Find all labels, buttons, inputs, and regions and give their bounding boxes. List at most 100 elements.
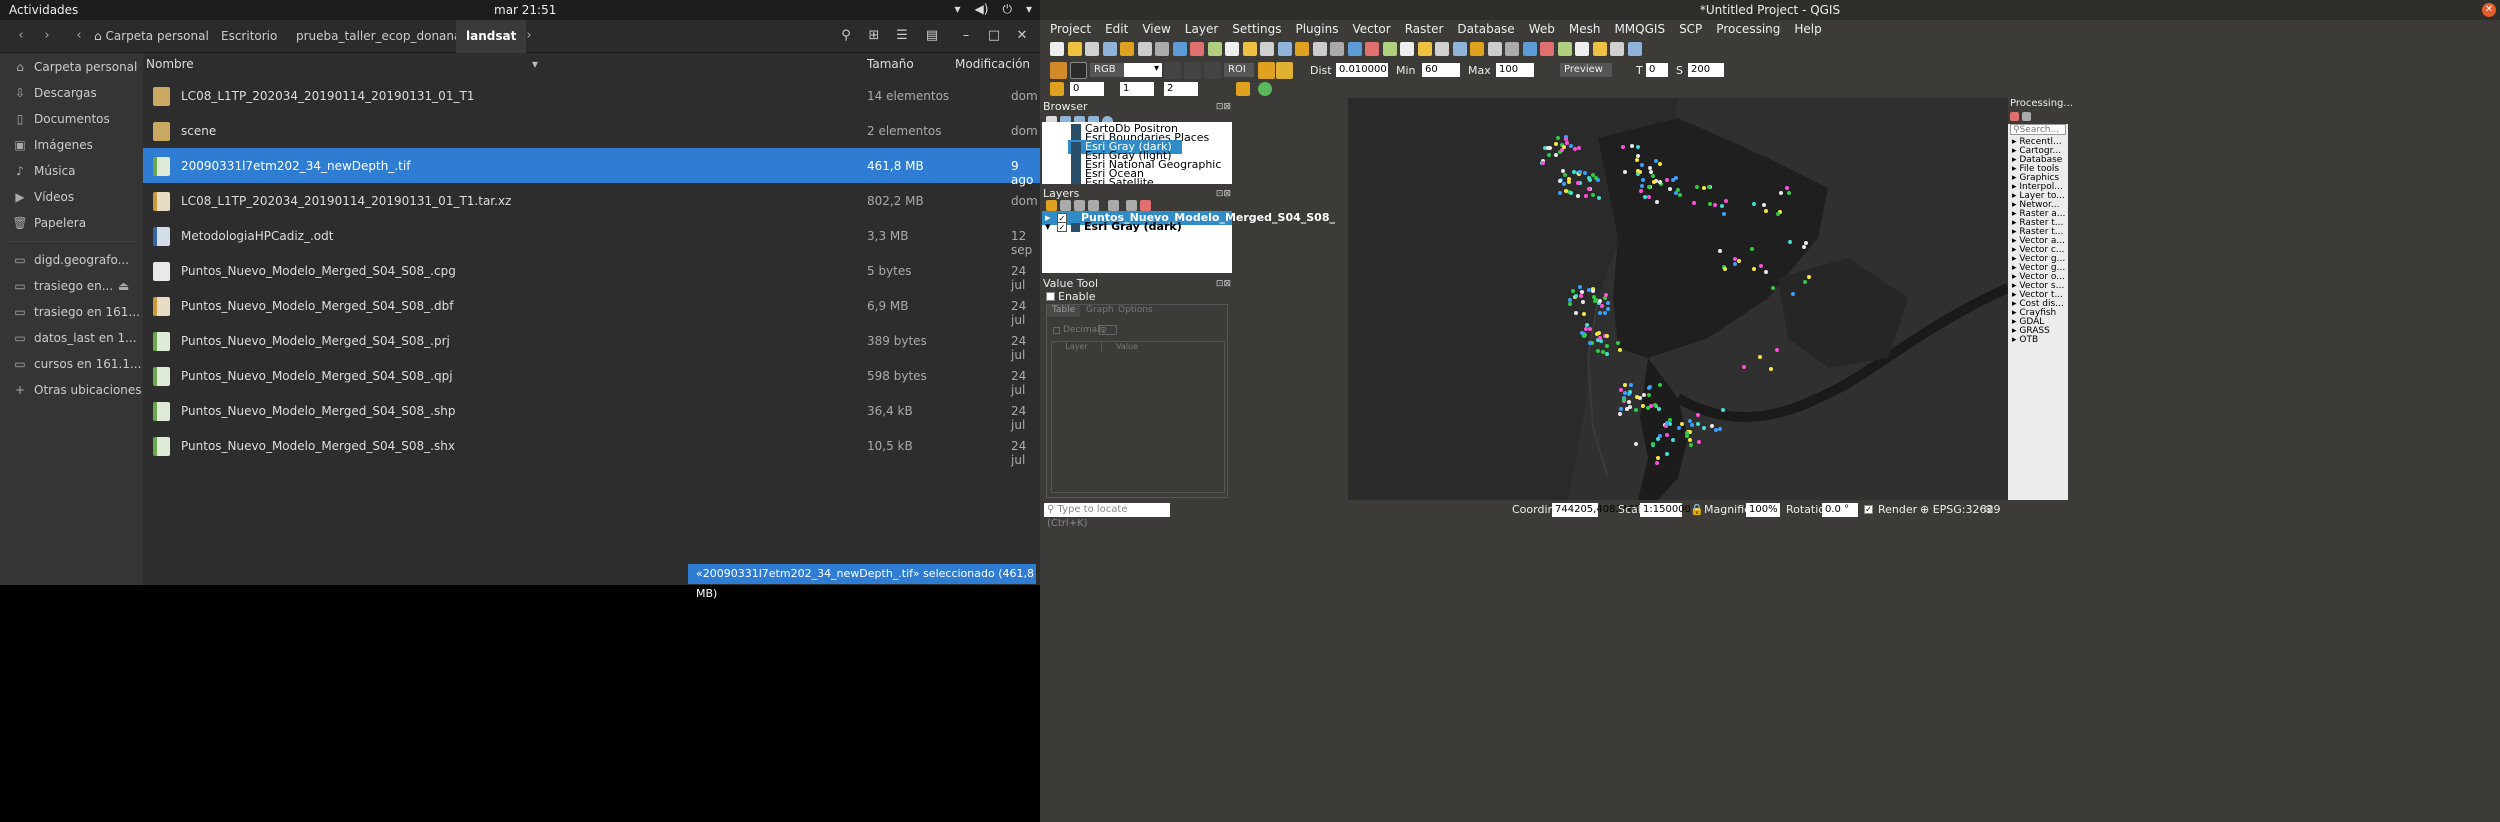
menu-project[interactable]: Project bbox=[1044, 20, 1097, 39]
minimize-icon[interactable]: – bbox=[958, 28, 974, 44]
zoom-icon[interactable] bbox=[1070, 62, 1087, 79]
column-header-name[interactable]: Nombre bbox=[146, 53, 194, 75]
menu-raster[interactable]: Raster bbox=[1399, 20, 1450, 39]
s-input[interactable]: 200 bbox=[1688, 63, 1724, 77]
roi-button[interactable]: ROI bbox=[1224, 63, 1254, 77]
breadcrumb-scroll-right[interactable]: › bbox=[520, 27, 538, 45]
toolbar-button[interactable] bbox=[1102, 42, 1117, 56]
file-row[interactable]: Puntos_Nuevo_Modelo_Merged_S04_S08_.cpg … bbox=[143, 253, 1040, 292]
scale-input[interactable]: 1:150000 bbox=[1640, 503, 1691, 517]
sidebar-item-home[interactable]: ⌂ Carpeta personal bbox=[0, 55, 143, 79]
scp-input-icon[interactable] bbox=[1050, 62, 1067, 79]
t-input[interactable]: 0 bbox=[1646, 63, 1668, 77]
clock[interactable]: mar 21:51 bbox=[494, 3, 556, 17]
breadcrumb-escritorio[interactable]: Escritorio bbox=[211, 20, 287, 53]
toolbar-button[interactable] bbox=[1487, 42, 1502, 56]
add-group-icon[interactable] bbox=[1060, 200, 1071, 211]
roi-pointer-icon[interactable] bbox=[1164, 62, 1181, 79]
menu-icon[interactable]: ▤ bbox=[924, 28, 940, 44]
roi-add-icon[interactable] bbox=[1258, 62, 1275, 79]
scp-go-icon[interactable] bbox=[1258, 82, 1272, 96]
file-row[interactable]: Puntos_Nuevo_Modelo_Merged_S04_S08_.shp … bbox=[143, 393, 1040, 432]
breadcrumb-landsat[interactable]: landsat bbox=[456, 20, 527, 53]
sidebar-item-pictures[interactable]: ▣ Imágenes bbox=[0, 133, 143, 157]
filter-icon[interactable] bbox=[1088, 200, 1099, 211]
toolbar-button[interactable] bbox=[1172, 42, 1187, 56]
toolbar-button[interactable] bbox=[1382, 42, 1397, 56]
toolbar-button[interactable] bbox=[1242, 42, 1257, 56]
dist-input[interactable]: 0.010000 bbox=[1336, 63, 1388, 77]
processing-tree-item[interactable]: ▸ OTB bbox=[2012, 336, 2038, 345]
menu-mmqgis[interactable]: MMQGIS bbox=[1608, 20, 1671, 39]
roi-zoom-icon[interactable] bbox=[1204, 62, 1221, 79]
browser-item[interactable]: Esri Satellite bbox=[1068, 176, 1157, 184]
processing-search-input[interactable]: ⚲Search... bbox=[2010, 124, 2066, 135]
menu-layer[interactable]: Layer bbox=[1179, 20, 1224, 39]
forward-button[interactable]: › bbox=[38, 27, 56, 45]
menu-settings[interactable]: Settings bbox=[1226, 20, 1287, 39]
expand-arrow-icon[interactable]: ▾ bbox=[1045, 220, 1053, 234]
toolbar-button[interactable] bbox=[1295, 42, 1309, 56]
tab-table[interactable]: Table bbox=[1047, 305, 1081, 317]
toolbar-button[interactable] bbox=[1435, 42, 1449, 56]
expand-icon[interactable] bbox=[1108, 200, 1119, 211]
sidebar-item-network-1[interactable]: ▭ digd.geografo... bbox=[0, 248, 143, 272]
toolbar-button[interactable] bbox=[1505, 42, 1519, 56]
file-row-selected[interactable]: 20090331l7etm202_34_newDepth_.tif 461,8 … bbox=[143, 148, 1040, 187]
menu-plugins[interactable]: Plugins bbox=[1289, 20, 1344, 39]
rgb-selector[interactable]: RGB = bbox=[1090, 63, 1124, 89]
menu-database[interactable]: Database bbox=[1451, 20, 1520, 39]
sort-down-icon[interactable]: ▾ bbox=[532, 53, 538, 75]
toolbar-button[interactable] bbox=[1260, 42, 1274, 56]
remove-layer-icon[interactable] bbox=[1140, 200, 1151, 211]
sidebar-item-network-5[interactable]: ▭ cursos en 161.1... bbox=[0, 352, 143, 376]
toolbar-button[interactable] bbox=[1627, 42, 1642, 56]
band-red-input[interactable]: 0 bbox=[1070, 82, 1104, 96]
file-row[interactable]: Puntos_Nuevo_Modelo_Merged_S04_S08_.shx … bbox=[143, 428, 1040, 467]
rotation-input[interactable]: 0.0 ° bbox=[1822, 503, 1858, 517]
toolbar-button[interactable] bbox=[1190, 42, 1204, 56]
toolbar-button[interactable] bbox=[1417, 42, 1432, 56]
rgb-combo[interactable]: ▾ bbox=[1124, 63, 1162, 77]
toolbar-button[interactable] bbox=[1155, 42, 1169, 56]
toolbar-button[interactable] bbox=[1522, 42, 1537, 56]
file-row[interactable]: LC08_L1TP_202034_20190114_20190131_01_T1… bbox=[143, 183, 1040, 218]
style-icon[interactable] bbox=[1046, 200, 1057, 211]
sidebar-item-network-4[interactable]: ▭ datos_last en 1... bbox=[0, 326, 143, 350]
messages-icon[interactable]: ✉ bbox=[1984, 503, 1993, 516]
eject-icon[interactable]: ⏏ bbox=[118, 274, 129, 298]
toolbar-button[interactable] bbox=[1557, 42, 1572, 56]
min-input[interactable]: 60 bbox=[1422, 63, 1460, 77]
toolbar-button[interactable] bbox=[1137, 42, 1152, 56]
toolbar-button[interactable] bbox=[1277, 42, 1292, 56]
decimals-input[interactable]: 2 bbox=[1099, 325, 1117, 335]
column-header-modified[interactable]: Modificación bbox=[955, 53, 1030, 75]
map-canvas[interactable] bbox=[1348, 98, 2008, 500]
file-row[interactable]: scene 2 elementos dom bbox=[143, 113, 1040, 148]
toolbar-button[interactable] bbox=[1207, 42, 1222, 56]
system-tray[interactable]: ▾ ◀) ⏻ ▾ bbox=[955, 2, 1032, 17]
models-icon[interactable] bbox=[2010, 112, 2019, 121]
toolbar-button[interactable] bbox=[1120, 42, 1134, 56]
file-row[interactable]: Puntos_Nuevo_Modelo_Merged_S04_S08_.prj … bbox=[143, 323, 1040, 362]
sidebar-item-other-locations[interactable]: + Otras ubicaciones bbox=[0, 378, 143, 402]
coordinate-input[interactable]: 744205,4083102 bbox=[1552, 503, 1641, 517]
sidebar-item-trash[interactable]: 🗑 Papelera bbox=[0, 211, 143, 235]
band-blue-input[interactable]: 2 bbox=[1164, 82, 1198, 96]
toolbar-button[interactable] bbox=[1067, 42, 1082, 56]
sidebar-item-network-2[interactable]: ▭ trasiego en... ⏏ bbox=[0, 274, 143, 298]
toolbar-button[interactable] bbox=[1365, 42, 1379, 56]
list-view-icon[interactable]: ☰ bbox=[894, 28, 910, 44]
render-checkbox[interactable]: ✓ bbox=[1864, 505, 1873, 514]
file-row[interactable]: MetodologiaHPCadiz_.odt 3,3 MB 12 sep bbox=[143, 218, 1040, 257]
locator-input[interactable]: ⚲ Type to locate (Ctrl+K) bbox=[1044, 503, 1170, 529]
max-input[interactable]: 100 bbox=[1496, 63, 1534, 77]
menu-mesh[interactable]: Mesh bbox=[1563, 20, 1607, 39]
toolbar-button[interactable] bbox=[1085, 42, 1099, 56]
menu-web[interactable]: Web bbox=[1523, 20, 1561, 39]
collapse-icon[interactable] bbox=[1126, 200, 1137, 211]
breadcrumb-home[interactable]: ⌂ Carpeta personal bbox=[84, 20, 219, 53]
menu-vector[interactable]: Vector bbox=[1346, 20, 1396, 39]
back-button[interactable]: ‹ bbox=[12, 27, 30, 45]
sidebar-item-downloads[interactable]: ⇩ Descargas bbox=[0, 81, 143, 105]
